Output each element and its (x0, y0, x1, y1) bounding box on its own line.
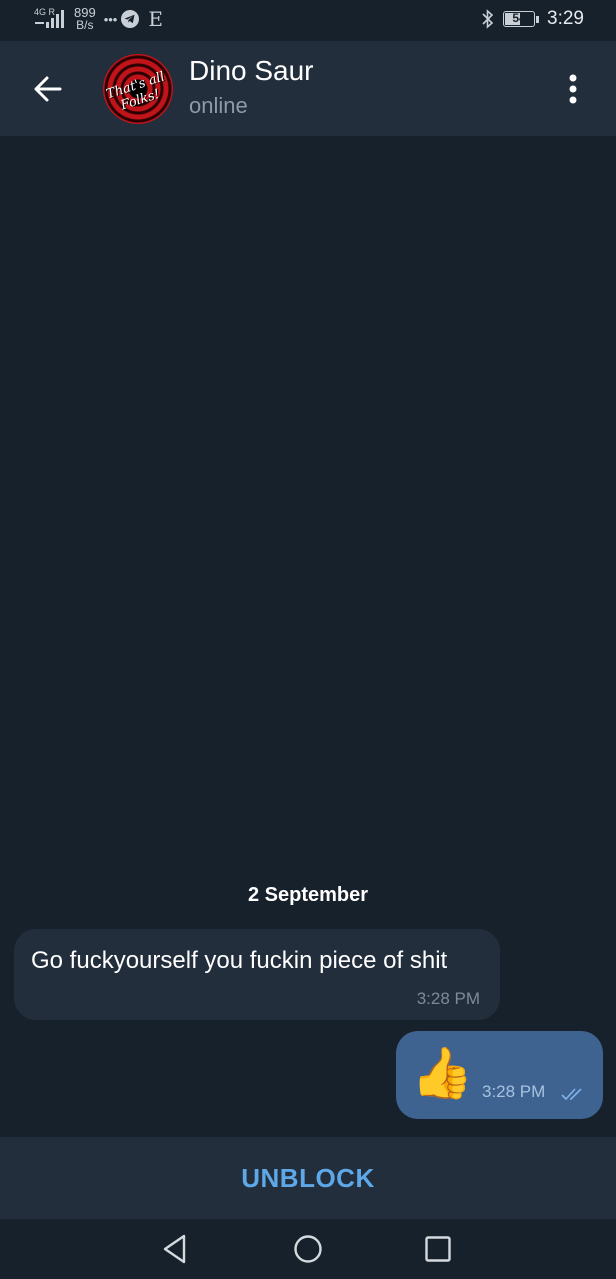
more-options-icon[interactable] (558, 71, 588, 107)
avatar-text: That's all Folks! (104, 69, 167, 114)
system-navigation-bar (0, 1219, 616, 1279)
double-check-icon (561, 1088, 582, 1101)
message-time: 3:28 PM (416, 989, 480, 1008)
unblock-button[interactable]: UNBLOCK (0, 1137, 616, 1219)
bottom-action-bar: UNBLOCK (0, 1137, 616, 1219)
telegram-icon (121, 10, 140, 28)
net-speed: 899 B/s (74, 6, 96, 32)
more-notifications-icon: ••• (103, 11, 118, 27)
status-left: 4G R 899 B/s ••• E (34, 6, 163, 32)
chat-header: That's all Folks! Dino Saur online (0, 41, 616, 136)
battery-icon: 54 (503, 11, 536, 27)
telegram-chat-screen: 4G R 899 B/s ••• E 54 3:29 That's all Fo… (0, 0, 616, 1279)
battery-tip (536, 15, 540, 23)
contact-status: online (189, 93, 248, 118)
nav-recents-icon[interactable] (420, 1231, 456, 1267)
avatar[interactable]: That's all Folks! (103, 54, 173, 124)
e-app-icon: E (148, 7, 163, 31)
date-separator: 2 September (247, 884, 369, 906)
message-text: Go fuckyourself you fuckin piece of shit (31, 947, 448, 974)
back-arrow-icon[interactable] (28, 69, 68, 109)
net-speed-unit: B/s (76, 18, 94, 32)
bluetooth-icon (482, 9, 494, 29)
clock: 3:29 (547, 8, 584, 29)
message-time: 3:28 PM (482, 1082, 546, 1101)
status-bar: 4G R 899 B/s ••• E 54 3:29 (0, 0, 616, 40)
nav-home-icon[interactable] (290, 1231, 326, 1267)
incoming-message[interactable]: Go fuckyourself you fuckin piece of shit… (14, 929, 500, 1020)
outgoing-message[interactable]: 👍 3:28 PM (396, 1031, 603, 1119)
contact-name[interactable]: Dino Saur (189, 55, 314, 87)
battery-level: 54 (512, 11, 526, 25)
status-right: 54 3:29 (481, 8, 584, 30)
network-generation: 4G R (34, 7, 56, 17)
message-list[interactable]: 2 September Go fuckyourself you fuckin p… (0, 136, 616, 1136)
thumbs-up-emoji: 👍 (411, 1045, 474, 1101)
nav-back-icon[interactable] (158, 1231, 194, 1267)
